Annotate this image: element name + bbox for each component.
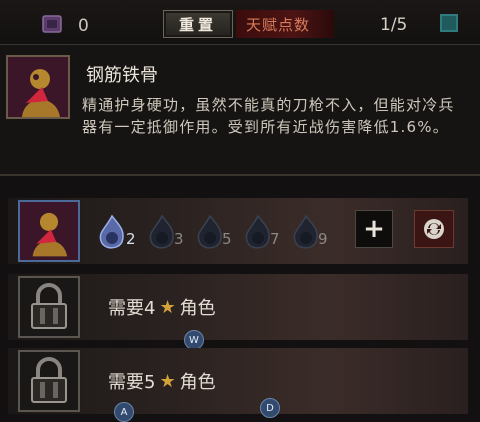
requirement-text: 需要4 ★ 角色 <box>108 294 216 320</box>
rank-value: 2 <box>126 230 136 248</box>
padlock-icon <box>20 352 78 410</box>
requirement-prefix: 需要4 <box>108 298 156 319</box>
talent-icon[interactable] <box>18 200 80 262</box>
add-point-button[interactable]: + <box>355 210 393 248</box>
rank-value: 9 <box>318 230 328 248</box>
currency-count: 0 <box>78 16 89 36</box>
respec-button[interactable] <box>414 210 454 248</box>
requirement-suffix: 角色 <box>179 298 216 319</box>
rank-value: 5 <box>222 230 232 248</box>
reset-button[interactable]: 重置 <box>163 10 233 38</box>
ticket-currency-icon <box>42 15 62 33</box>
controller-hint-a[interactable]: A <box>114 402 134 422</box>
talent-points-label: 天赋点数 <box>236 10 334 38</box>
book-icon[interactable] <box>440 14 458 32</box>
talent-points-value: 1/5 <box>380 15 408 35</box>
controller-hint-d[interactable]: D <box>260 398 280 418</box>
talent-title: 钢筋铁骨 <box>86 65 158 86</box>
talent-list: 2 3 5 7 9 + 需要4 ★ 角色 W 需要5 ★ 角色 A D <box>0 176 480 422</box>
talent-portrait-icon <box>6 55 70 119</box>
requirement-text: 需要5 ★ 角色 <box>108 368 216 394</box>
talent-tooltip: 钢筋铁骨 精通护身硬功，虽然不能真的刀枪不入，但能对冷兵器有一定抵御作用。受到所… <box>0 44 480 176</box>
star-icon: ★ <box>159 370 176 392</box>
talent-description: 精通护身硬功，虽然不能真的刀枪不入，但能对冷兵器有一定抵御作用。受到所有近战伤害… <box>82 96 455 136</box>
flame-rank-icon <box>99 214 124 249</box>
padlock-icon <box>20 278 78 336</box>
rank-value: 3 <box>174 230 184 248</box>
locked-talent-icon[interactable] <box>18 276 80 338</box>
talent-row-active: 2 3 5 7 9 + <box>8 198 468 264</box>
locked-talent-row: 需要5 ★ 角色 A D <box>8 348 468 422</box>
star-icon: ★ <box>159 296 176 318</box>
rank-value: 7 <box>270 230 280 248</box>
requirement-prefix: 需要5 <box>108 372 156 393</box>
locked-talent-icon[interactable] <box>18 350 80 412</box>
locked-talent-row: 需要4 ★ 角色 W <box>8 274 468 350</box>
controller-hint-w[interactable]: W <box>184 330 204 350</box>
refresh-icon <box>424 219 444 239</box>
requirement-suffix: 角色 <box>179 372 216 393</box>
top-bar: 0 重置 天赋点数 1/5 <box>0 0 480 44</box>
